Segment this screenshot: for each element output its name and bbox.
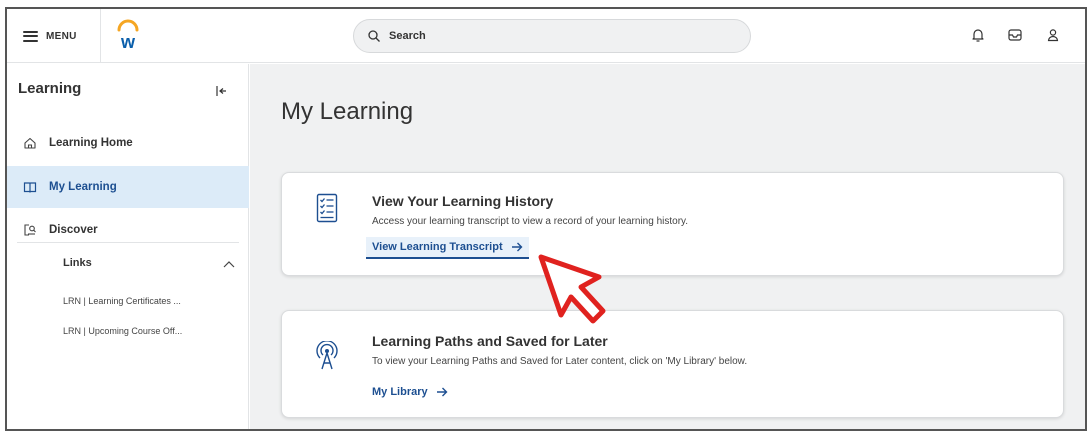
learning-paths-card: Learning Paths and Saved for Later To vi… (281, 310, 1064, 418)
book-icon (23, 182, 37, 193)
bell-icon[interactable] (970, 27, 986, 43)
svg-text:w: w (120, 32, 136, 52)
arrow-right-icon (511, 242, 523, 252)
card-title: Learning Paths and Saved for Later (372, 333, 608, 349)
links-header[interactable]: Links (63, 257, 92, 269)
menu-label: MENU (46, 30, 77, 42)
sidebar-title: Learning (18, 80, 82, 97)
page-title: My Learning (281, 98, 414, 125)
app-window: MENU w Learning (5, 7, 1087, 431)
view-learning-transcript-link[interactable]: View Learning Transcript (366, 237, 529, 259)
checklist-icon (316, 193, 338, 223)
link-learning-certificates[interactable]: LRN | Learning Certificates ... (63, 296, 181, 306)
main-content: My Learning View Your Learning History A… (250, 64, 1085, 429)
sidebar-item-label: My Learning (49, 181, 117, 193)
sidebar-divider (17, 242, 239, 243)
sidebar-item-label: Discover (49, 224, 98, 236)
sidebar-item-label: Learning Home (49, 137, 133, 149)
user-icon[interactable] (1045, 27, 1061, 43)
learning-history-card: View Your Learning History Access your l… (281, 172, 1064, 276)
link-label: View Learning Transcript (372, 241, 503, 253)
search-icon (368, 30, 380, 42)
workday-logo[interactable]: w (113, 18, 143, 52)
broadcast-icon (316, 341, 338, 370)
discover-icon (24, 224, 36, 236)
search-bar[interactable] (353, 19, 751, 53)
home-icon (24, 137, 36, 149)
card-title: View Your Learning History (372, 193, 554, 209)
sidebar-item-my-learning[interactable]: My Learning (7, 166, 249, 208)
link-label: My Library (372, 386, 428, 398)
sidebar-item-learning-home[interactable]: Learning Home (7, 122, 249, 164)
divider (100, 9, 101, 63)
collapse-sidebar-icon[interactable] (215, 85, 227, 97)
chevron-up-icon[interactable] (223, 260, 235, 268)
menu-button[interactable]: MENU (23, 25, 77, 47)
sidebar: Learning Learning Home My Learning Disco… (7, 64, 249, 429)
card-description: To view your Learning Paths and Saved fo… (372, 356, 748, 367)
search-input[interactable] (389, 30, 689, 42)
inbox-icon[interactable] (1007, 27, 1023, 43)
top-bar: MENU w (7, 9, 1085, 63)
sidebar-item-discover[interactable]: Discover (7, 209, 249, 251)
link-upcoming-course-offerings[interactable]: LRN | Upcoming Course Off... (63, 326, 182, 336)
arrow-right-icon (436, 387, 448, 397)
my-library-link[interactable]: My Library (372, 386, 448, 398)
card-description: Access your learning transcript to view … (372, 216, 689, 227)
hamburger-icon (23, 30, 38, 42)
